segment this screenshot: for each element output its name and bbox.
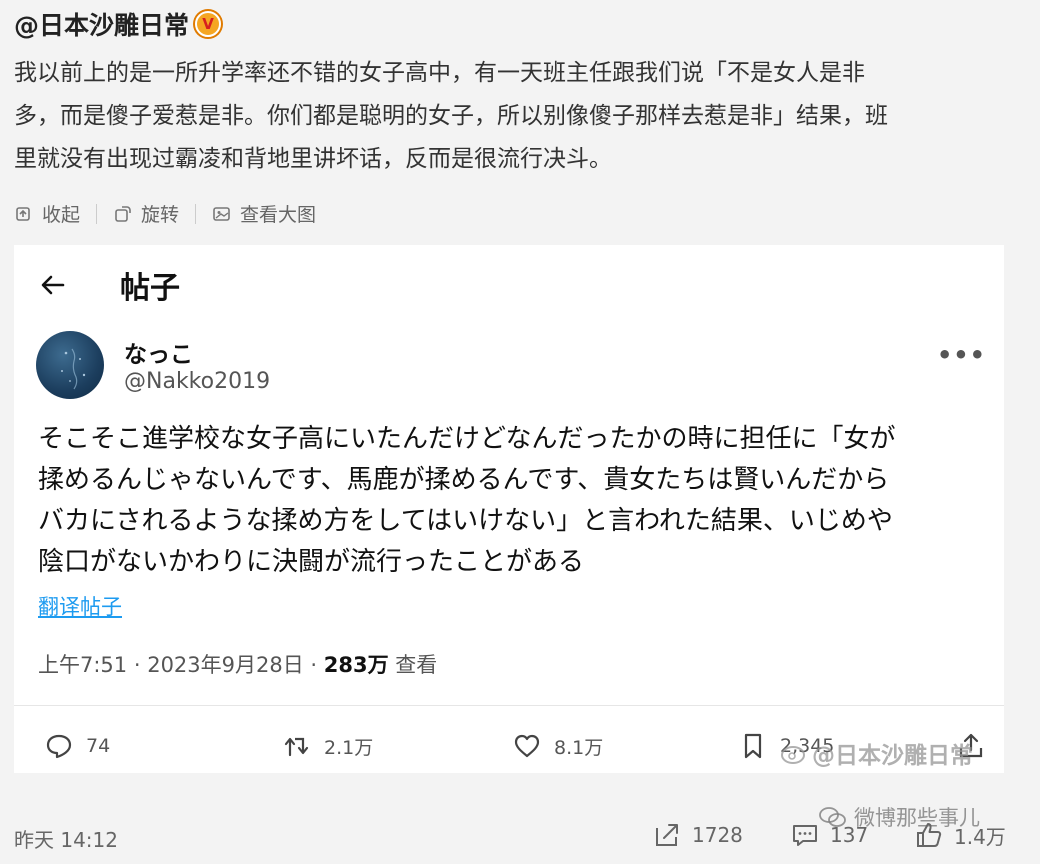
post-footer: 昨天 14:12 1728 137 1.4万 — [14, 820, 1024, 854]
back-arrow-icon[interactable] — [38, 270, 68, 300]
reply-count: 74 — [86, 735, 111, 757]
collapse-button[interactable]: 收起 — [14, 200, 96, 227]
divider — [96, 203, 98, 224]
comment-icon — [793, 825, 817, 846]
repost-button[interactable]: 2.1万 — [282, 731, 373, 761]
like-count: 1.4万 — [954, 824, 1006, 849]
weibo-logo-icon — [781, 746, 805, 764]
repost-count: 2.1万 — [324, 736, 374, 759]
share-button[interactable]: 1728 — [652, 820, 743, 850]
more-options-icon[interactable]: ••• — [937, 341, 986, 369]
user-name[interactable]: なっこ — [124, 335, 193, 369]
tweet-line: そこそこ進学校な女子高にいたんだけどなんだったかの時に担任に「女が — [38, 424, 896, 454]
like-count: 8.1万 — [554, 736, 604, 759]
post-line: 多，而是傻子爱惹是非。你们都是聪明的女子，所以别像傻子那样去惹是非」结果，班 — [14, 103, 888, 129]
watermark: @日本沙雕日常 — [780, 736, 973, 770]
share-icon — [656, 824, 678, 846]
tweet-text: そこそこ進学校な女子高にいたんだけどなんだったかの時に担任に「女が 揉めるんじゃ… — [38, 419, 988, 583]
tweet-meta: 上午7:51 · 2023年9月28日 · 283万 查看 — [38, 649, 437, 679]
rotate-icon — [115, 205, 131, 222]
tweet-line: 陰口がないかわりに決闘が流行ったことがある — [38, 547, 585, 577]
view-large-label: 查看大图 — [240, 204, 317, 226]
collapse-icon — [16, 206, 30, 221]
post-line: 我以前上的是一所升学率还不错的女子高中，有一天班主任跟我们说「不是女人是非 — [14, 60, 865, 86]
card-header: 帖子 — [38, 263, 180, 307]
repost-icon — [284, 737, 309, 757]
views-label: 查看 — [395, 653, 438, 677]
avatar[interactable] — [36, 331, 104, 399]
collapse-label: 收起 — [42, 204, 81, 226]
post-line: 里就没有出现过霸凌和背地里讲坏话，反而是很流行决斗。 — [14, 146, 612, 172]
watermark-text: @日本沙雕日常 — [812, 743, 973, 769]
reply-button[interactable]: 74 — [44, 731, 110, 761]
rotate-button[interactable]: 旋转 — [113, 200, 195, 227]
user-handle[interactable]: @Nakko2019 — [124, 369, 270, 394]
comment-count: 137 — [830, 823, 869, 847]
share-count: 1728 — [692, 823, 743, 847]
like-button[interactable]: 8.1万 — [512, 731, 603, 761]
translate-link[interactable]: 翻译帖子 — [38, 591, 122, 621]
view-count: 283万 — [323, 653, 389, 677]
tweet-date: 2023年9月28日 — [147, 653, 304, 677]
meta-separator: · — [127, 653, 148, 677]
embedded-post-card[interactable]: 帖子 なっこ @Nakko2019 ••• そこそこ進学校な女子高にいたんだけど… — [14, 245, 1004, 773]
account-header[interactable]: @日本沙雕日常 V — [14, 6, 222, 42]
tweet-time: 上午7:51 — [38, 653, 128, 677]
divider — [195, 203, 197, 224]
card-title: 帖子 — [120, 271, 180, 306]
image-actions: 收起 旋转 查看大图 — [14, 200, 332, 227]
bookmark-icon — [744, 733, 762, 759]
meta-separator: · — [303, 653, 324, 677]
verified-badge-icon: V — [195, 11, 222, 37]
post-text: 我以前上的是一所升学率还不错的女子高中，有一天班主任跟我们说「不是女人是非 多，… — [14, 52, 994, 181]
heart-icon — [514, 734, 540, 758]
like-button[interactable]: 1.4万 — [914, 820, 1006, 850]
post-time: 昨天 14:12 — [14, 828, 118, 852]
view-large-button[interactable]: 查看大图 — [212, 200, 332, 227]
avatar-image — [61, 348, 86, 390]
tweet-line: 揉めるんじゃないんです、馬鹿が揉めるんです、貴女たちは賢いんだから — [38, 465, 890, 495]
account-name[interactable]: @日本沙雕日常 — [14, 6, 189, 42]
tweet-line: バカにされるような揉め方をしてはいけない」と言われた結果、いじめや — [38, 506, 893, 536]
thumbs-up-icon — [917, 823, 942, 847]
rotate-label: 旋转 — [141, 204, 180, 226]
image-icon — [213, 206, 230, 221]
reply-icon — [46, 734, 72, 759]
comment-button[interactable]: 137 — [790, 820, 868, 850]
divider — [14, 705, 1004, 706]
